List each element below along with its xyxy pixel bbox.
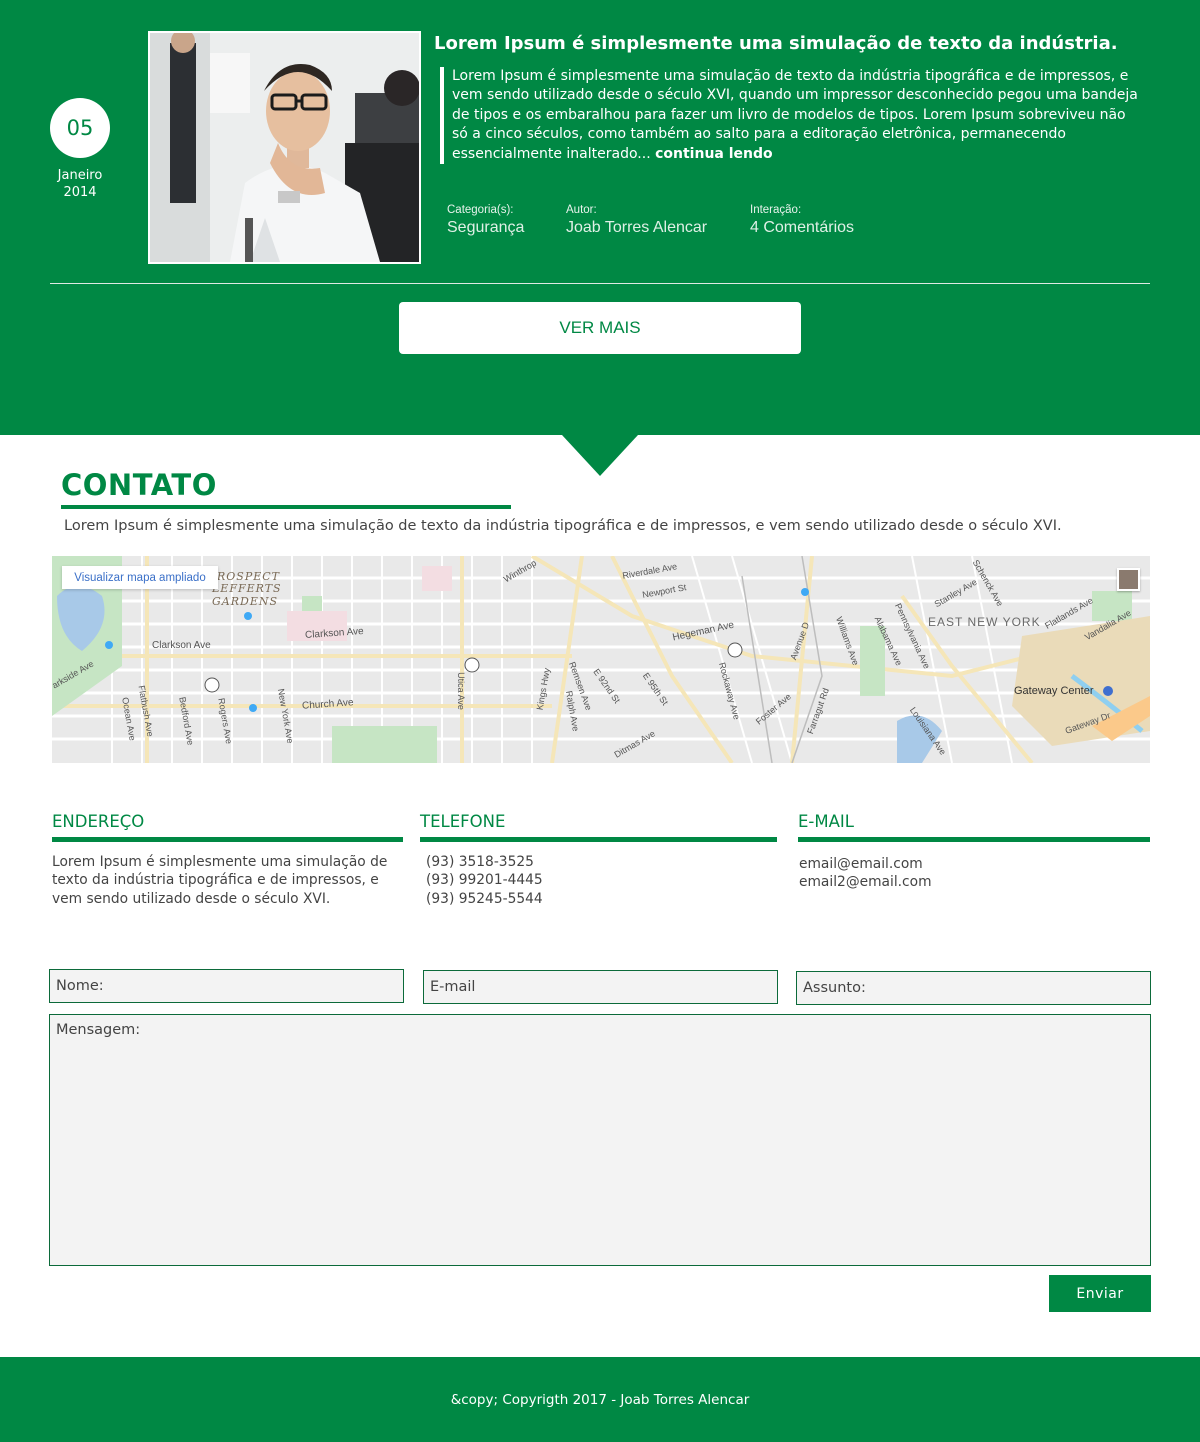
email-address[interactable]: email2@email.com [799, 873, 1150, 891]
post-month: Janeiro [57, 168, 103, 183]
message-textarea[interactable]: Mensagem: [49, 1014, 1151, 1266]
post-excerpt: Lorem Ipsum é simplesmente uma simulação… [440, 67, 1140, 165]
map-label: Gateway Center [1014, 685, 1094, 697]
contact-title: CONTATO [61, 468, 217, 502]
address-title: ENDEREÇO [52, 812, 145, 831]
phone-list: (93) 3518-3525 (93) 99201-4445 (93) 9524… [420, 853, 777, 908]
post-excerpt-text: Lorem Ipsum é simplesmente uma simulação… [452, 68, 1138, 162]
post-category: Categoria(s): Segurança [447, 204, 524, 237]
address-column: ENDEREÇO Lorem Ipsum é simplesmente uma … [52, 812, 403, 908]
section-arrow [562, 435, 638, 476]
phone-number[interactable]: (93) 3518-3525 [426, 853, 777, 871]
address-bar [52, 837, 403, 842]
read-more-link[interactable]: continua lendo [655, 146, 773, 162]
email-input[interactable]: E-mail [423, 970, 778, 1004]
address-text: Lorem Ipsum é simplesmente uma simulação… [52, 854, 388, 907]
email-title: E-MAIL [798, 812, 854, 831]
map-expand-button[interactable]: Visualizar mapa ampliado [62, 566, 218, 589]
location-map[interactable]: ROSPECT LEFFERTS GARDENS Clarkson Ave Cl… [52, 556, 1150, 763]
see-more-button[interactable]: VER MAIS [399, 302, 801, 354]
phone-number[interactable]: (93) 99201-4445 [426, 871, 777, 889]
email-list: email@email.com email2@email.com [798, 855, 1150, 892]
post-author: Autor: Joab Torres Alencar [566, 204, 707, 237]
map-label: Clarkson Ave [152, 640, 211, 651]
interaction-value[interactable]: 4 Comentários [750, 219, 854, 237]
email-bar [798, 837, 1150, 842]
post-photo[interactable] [148, 31, 421, 264]
post-day-badge: 05 [50, 98, 110, 158]
businessman-photo [150, 33, 419, 262]
street-view-thumbnail[interactable] [1117, 568, 1140, 591]
blog-section: 05 Janeiro 2014 Lorem Ipsum é simplesmen… [0, 0, 1200, 435]
map-label: GARDENS [212, 595, 279, 608]
post-year: 2014 [63, 185, 97, 200]
send-button[interactable]: Enviar [1049, 1275, 1151, 1312]
category-label: Categoria(s): [447, 204, 514, 216]
subject-placeholder: Assunto: [803, 980, 866, 996]
email-column: E-MAIL email@email.com email2@email.com [798, 812, 1150, 892]
message-placeholder: Mensagem: [56, 1022, 141, 1038]
name-input[interactable]: Nome: [49, 969, 404, 1003]
phone-bar [420, 837, 777, 842]
phone-title: TELEFONE [420, 812, 506, 831]
email-placeholder: E-mail [430, 979, 476, 995]
name-placeholder: Nome: [56, 978, 104, 994]
contact-title-underline [61, 505, 511, 509]
post-interaction: Interação: 4 Comentários [750, 204, 854, 237]
phone-number[interactable]: (93) 95245-5544 [426, 890, 777, 908]
phone-column: TELEFONE (93) 3518-3525 (93) 99201-4445 … [420, 812, 777, 908]
email-address[interactable]: email@email.com [799, 855, 1150, 873]
post-title[interactable]: Lorem Ipsum é simplesmente uma simulação… [434, 33, 1118, 54]
author-value[interactable]: Joab Torres Alencar [566, 219, 707, 237]
footer: &copy; Copyrigth 2017 - Joab Torres Alen… [0, 1357, 1200, 1442]
subject-input[interactable]: Assunto: [796, 971, 1151, 1005]
contact-intro: Lorem Ipsum é simplesmente uma simulação… [64, 518, 1062, 534]
author-label: Autor: [566, 204, 597, 216]
interaction-label: Interação: [750, 204, 802, 216]
map-label: Utica Ave [455, 672, 466, 710]
category-value[interactable]: Segurança [447, 219, 524, 237]
copyright-text: &copy; Copyrigth 2017 - Joab Torres Alen… [450, 1391, 750, 1408]
section-divider [50, 283, 1150, 284]
map-label: EAST NEW YORK [928, 615, 1041, 629]
post-date: Janeiro 2014 [40, 167, 120, 201]
map-label: LEFFERTS [212, 582, 282, 595]
